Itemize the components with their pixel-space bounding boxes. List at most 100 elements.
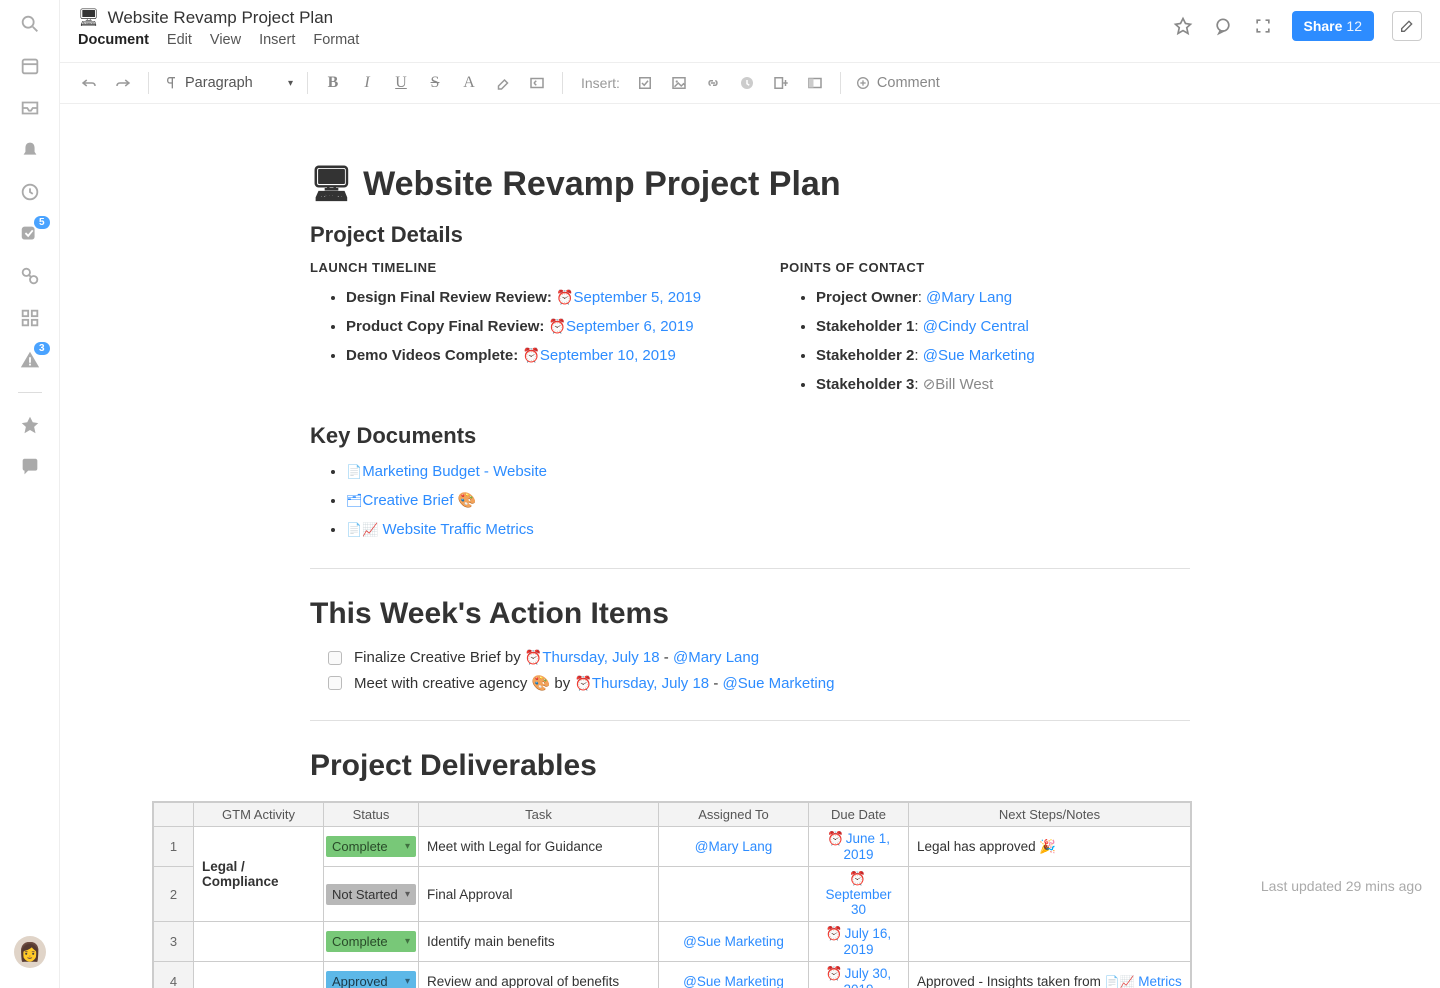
mention-link[interactable]: @Sue Marketing xyxy=(723,675,835,692)
date-link[interactable]: ⏰July 30, 2019 xyxy=(826,966,891,988)
table-row[interactable]: 4Approved▾Review and approval of benefit… xyxy=(154,962,1191,988)
mention-link[interactable]: ⊘Bill West xyxy=(923,376,994,393)
document-link[interactable]: 📄📈 Website Traffic Metrics xyxy=(346,521,534,538)
paragraph-style-select[interactable]: Paragraph ▾ xyxy=(163,75,293,91)
tasks-badge: 5 xyxy=(34,216,50,229)
timeline-item: Design Final Review Review: ⏰September 5… xyxy=(346,287,720,308)
app-insert-icon[interactable] xyxy=(804,72,826,94)
image-insert-icon[interactable] xyxy=(668,72,690,94)
link-insert-icon[interactable] xyxy=(702,72,724,94)
date-link[interactable]: ⏰September 30 xyxy=(825,871,891,917)
date-link[interactable]: ⏰September 5, 2019 xyxy=(556,289,701,306)
menu-insert[interactable]: Insert xyxy=(259,32,295,48)
menu-format[interactable]: Format xyxy=(313,32,359,48)
grid-icon[interactable] xyxy=(16,304,44,332)
mention-link[interactable]: @Sue Marketing xyxy=(683,934,784,949)
mention-link[interactable]: @Cindy Central xyxy=(923,318,1029,335)
insert-label: Insert: xyxy=(581,75,620,91)
action-items-list: Finalize Creative Brief by ⏰Thursday, Ju… xyxy=(310,649,1190,692)
inbox-icon[interactable] xyxy=(16,94,44,122)
format-toolbar: Paragraph ▾ B I U S A Insert: Comment xyxy=(60,62,1440,104)
doc-title[interactable]: Website Revamp Project Plan xyxy=(108,8,334,28)
left-rail: 5 3 👩 xyxy=(0,0,60,988)
checkbox-insert-icon[interactable] xyxy=(634,72,656,94)
mention-link[interactable]: @Mary Lang xyxy=(926,289,1012,306)
divider xyxy=(310,568,1190,569)
contacts-heading: POINTS OF CONTACT xyxy=(780,260,1190,275)
column-insert-icon[interactable] xyxy=(770,72,792,94)
keydoc-item: 📄Marketing Budget - Website xyxy=(346,461,1190,482)
deliverables-table[interactable]: GTM Activity Status Task Assigned To Due… xyxy=(152,801,1192,988)
text-color-icon[interactable]: A xyxy=(458,72,480,94)
status-select[interactable]: Approved▾ xyxy=(326,971,416,988)
document-link[interactable]: 📄Marketing Budget - Website xyxy=(346,463,547,480)
contact-item: Project Owner: @Mary Lang xyxy=(816,287,1190,308)
mention-link[interactable]: @Mary Lang xyxy=(673,649,759,666)
date-link[interactable]: ⏰Thursday, July 18 xyxy=(574,675,709,692)
date-link[interactable]: ⏰June 1, 2019 xyxy=(827,831,890,862)
comment-button[interactable]: Comment xyxy=(855,75,940,91)
document-canvas[interactable]: 🖥Website Revamp Project Plan Project Det… xyxy=(60,104,1440,988)
date-link[interactable]: ⏰July 16, 2019 xyxy=(826,926,891,957)
compose-icon[interactable] xyxy=(1392,11,1422,41)
mention-link[interactable]: @Sue Marketing xyxy=(683,974,784,988)
key-documents-heading: Key Documents xyxy=(310,423,1190,449)
calendar-icon[interactable] xyxy=(16,52,44,80)
bold-icon[interactable]: B xyxy=(322,72,344,94)
table-row[interactable]: 3Complete▾Identify main benefits@Sue Mar… xyxy=(154,922,1191,962)
clock-icon[interactable] xyxy=(16,178,44,206)
deliverables-heading: Project Deliverables xyxy=(310,749,1190,783)
checkbox[interactable] xyxy=(328,651,342,665)
avatar[interactable]: 👩 xyxy=(14,936,46,968)
contacts-list: Project Owner: @Mary Lang Stakeholder 1: … xyxy=(780,287,1190,395)
date-link[interactable]: ⏰September 10, 2019 xyxy=(522,347,675,364)
keydocs-list: 📄Marketing Budget - Website 🗂Creative Bri… xyxy=(310,461,1190,540)
action-item: Meet with creative agency 🎨 by ⏰Thursday… xyxy=(328,674,1190,692)
menu-document[interactable]: Document xyxy=(78,32,149,48)
chat-bubble-icon[interactable] xyxy=(1212,15,1234,37)
undo-icon[interactable] xyxy=(78,72,100,94)
italic-icon[interactable]: I xyxy=(356,72,378,94)
table-row[interactable]: 1Legal / ComplianceComplete▾Meet with Le… xyxy=(154,827,1191,867)
star-icon[interactable] xyxy=(16,411,44,439)
code-icon[interactable] xyxy=(526,72,548,94)
share-button[interactable]: Share 12 xyxy=(1292,11,1375,41)
topbar: 🖥 Website Revamp Project Plan Document E… xyxy=(60,0,1440,56)
menu-bar: Document Edit View Insert Format xyxy=(78,32,359,48)
contact-item: Stakeholder 2: @Sue Marketing xyxy=(816,345,1190,366)
document-link[interactable]: 📄📈 Metrics xyxy=(1105,974,1182,988)
expand-icon[interactable] xyxy=(1252,15,1274,37)
launch-timeline-heading: LAUNCH TIMELINE xyxy=(310,260,720,275)
status-select[interactable]: Complete▾ xyxy=(326,931,416,952)
status-select[interactable]: Not Started▾ xyxy=(326,884,416,905)
star-outline-icon[interactable] xyxy=(1172,15,1194,37)
keydoc-item: 🗂Creative Brief 🎨 xyxy=(346,490,1190,511)
checkbox[interactable] xyxy=(328,676,342,690)
menu-view[interactable]: View xyxy=(210,32,241,48)
tasks-icon[interactable]: 5 xyxy=(16,220,44,248)
date-link[interactable]: ⏰September 6, 2019 xyxy=(549,318,694,335)
timeline-list: Design Final Review Review: ⏰September 5… xyxy=(310,287,720,366)
timeline-item: Product Copy Final Review: ⏰September 6,… xyxy=(346,316,720,337)
contact-item: Stakeholder 1: @Cindy Central xyxy=(816,316,1190,337)
date-link[interactable]: ⏰Thursday, July 18 xyxy=(525,649,660,666)
status-select[interactable]: Complete▾ xyxy=(326,836,416,857)
alert-icon[interactable]: 3 xyxy=(16,346,44,374)
search-icon[interactable] xyxy=(16,10,44,38)
share-count: 12 xyxy=(1346,18,1362,34)
contact-item: Stakeholder 3: ⊘Bill West xyxy=(816,374,1190,395)
strike-icon[interactable]: S xyxy=(424,72,446,94)
redo-icon[interactable] xyxy=(112,72,134,94)
highlight-icon[interactable] xyxy=(492,72,514,94)
document-link[interactable]: 🗂Creative Brief 🎨 xyxy=(346,492,476,509)
emoji-insert-icon[interactable] xyxy=(736,72,758,94)
action-items-heading: This Week's Action Items xyxy=(310,597,1190,631)
chat-icon[interactable] xyxy=(16,453,44,481)
mention-link[interactable]: @Mary Lang xyxy=(695,839,773,854)
underline-icon[interactable]: U xyxy=(390,72,412,94)
link-icon[interactable] xyxy=(16,262,44,290)
alerts-badge: 3 xyxy=(34,342,50,355)
mention-link[interactable]: @Sue Marketing xyxy=(923,347,1035,364)
menu-edit[interactable]: Edit xyxy=(167,32,192,48)
bell-icon[interactable] xyxy=(16,136,44,164)
